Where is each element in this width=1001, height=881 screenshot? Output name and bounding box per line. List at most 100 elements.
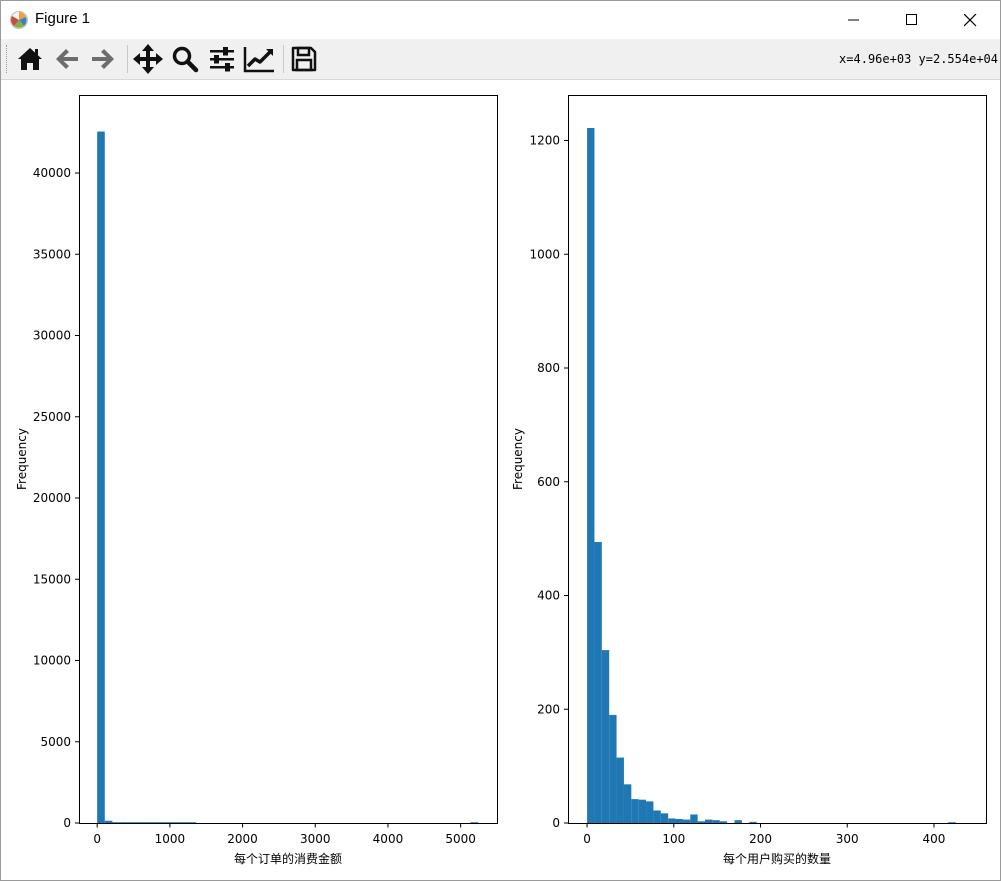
- histogram-bar: [623, 784, 632, 823]
- histogram-bar: [173, 822, 181, 823]
- sliders-icon: [210, 47, 234, 72]
- subplots-button[interactable]: [206, 43, 238, 75]
- x-tick-label: 2000: [227, 832, 258, 846]
- x-tick-label: 4000: [373, 832, 404, 846]
- histogram-bar: [142, 822, 151, 823]
- histogram-bar: [158, 822, 166, 823]
- histogram-bar: [112, 822, 121, 823]
- y-tick-label: 20000: [33, 491, 71, 505]
- histogram-bar: [668, 818, 676, 823]
- y-tick-label: 40000: [33, 166, 71, 180]
- histogram-bar: [120, 822, 128, 823]
- x-tick-label: 3000: [300, 832, 331, 846]
- pan-button[interactable]: [132, 43, 164, 75]
- line-chart-icon: [243, 47, 274, 73]
- axes-frame: [568, 95, 987, 824]
- y-tick-label: 800: [537, 361, 560, 375]
- x-axis-label: 每个订单的消费金额: [234, 851, 342, 866]
- y-tick-label: 10000: [33, 654, 71, 668]
- x-tick-label: 1000: [155, 832, 186, 846]
- navigation-toolbar: x=4.96e+03 y=2.554e+04: [1, 39, 1000, 80]
- y-tick-label: 0: [63, 816, 71, 830]
- axes-frame: [79, 95, 498, 824]
- y-tick-label: 400: [537, 589, 560, 603]
- figure-window: Figure 1 x=4.96e+03 y=2.554e+04 0 1000 2…: [0, 0, 1001, 881]
- x-tick-label: 5000: [445, 832, 476, 846]
- minimize-button[interactable]: [825, 1, 883, 39]
- y-axis-label: Frequency: [511, 428, 525, 490]
- histogram-bar: [675, 819, 683, 823]
- histogram-bar: [127, 822, 136, 823]
- histogram-bar: [719, 821, 728, 823]
- move-icon: [133, 44, 163, 74]
- y-axis-label: Frequency: [15, 428, 29, 490]
- histogram-bar: [705, 819, 713, 823]
- x-tick-label: 400: [923, 832, 946, 846]
- x-tick-label: 100: [662, 832, 685, 846]
- y-tick-label: 0: [552, 816, 560, 830]
- magnifier-icon: [172, 46, 199, 73]
- x-tick-label: 0: [583, 832, 591, 846]
- histogram-bar: [165, 822, 174, 823]
- x-axis-label: 每个用户购买的数量: [723, 851, 831, 866]
- histogram-bar: [188, 822, 197, 823]
- cursor-coordinates: x=4.96e+03 y=2.554e+04: [839, 52, 998, 66]
- histogram-bar: [712, 820, 720, 823]
- histogram-bar: [470, 822, 479, 823]
- y-tick-label: 600: [537, 475, 560, 489]
- y-tick-label: 30000: [33, 329, 71, 343]
- y-tick-label: 5000: [40, 735, 71, 749]
- toolbar-grip[interactable]: [6, 45, 9, 73]
- figure-canvas[interactable]: 0 1000 2000 3000 4000 5000 0 5000 10000 15000 2000…: [1, 80, 1000, 880]
- title-bar: Figure 1: [1, 1, 1000, 39]
- figure-plot-area[interactable]: 0 1000 2000 3000 4000 50000500010000150002000…: [1, 80, 1000, 880]
- histogram-bar: [682, 819, 691, 823]
- matplotlib-app-icon: [10, 11, 28, 29]
- save-button[interactable]: [288, 43, 320, 75]
- y-tick-label: 1200: [529, 134, 560, 148]
- back-button[interactable]: [51, 43, 83, 75]
- histogram-bar: [653, 810, 661, 823]
- y-tick-label: 25000: [33, 410, 71, 424]
- maximize-button[interactable]: [883, 1, 941, 39]
- toolbar-separator: [283, 45, 284, 73]
- histogram-bar: [150, 822, 159, 823]
- histogram-bar: [948, 822, 956, 823]
- floppy-disk-icon: [291, 46, 317, 72]
- histogram-bar: [631, 799, 639, 823]
- histogram-bar: [594, 542, 602, 823]
- histogram-bar: [638, 799, 647, 823]
- y-tick-label: 35000: [33, 247, 71, 261]
- histogram-bar: [697, 821, 706, 823]
- histogram-bar: [587, 127, 595, 824]
- minimize-icon: [848, 19, 859, 21]
- histogram-bar: [135, 822, 143, 823]
- x-tick-label: 200: [749, 832, 772, 846]
- home-icon: [18, 48, 42, 70]
- histogram-bar: [734, 820, 742, 823]
- histogram-bar: [660, 813, 669, 823]
- arrow-left-icon: [56, 49, 78, 69]
- close-button[interactable]: [941, 1, 999, 39]
- arrow-right-icon: [92, 49, 114, 69]
- histogram-bar: [97, 131, 105, 823]
- histogram-bar: [609, 714, 617, 823]
- x-tick-label: 300: [836, 832, 859, 846]
- forward-button[interactable]: [87, 43, 119, 75]
- histogram-bar: [690, 814, 698, 823]
- edit-axes-button[interactable]: [243, 43, 275, 75]
- y-tick-label: 200: [537, 702, 560, 716]
- histogram-bar: [180, 822, 189, 823]
- x-tick-label: 0: [93, 832, 101, 846]
- zoom-button[interactable]: [169, 43, 201, 75]
- histogram-bar: [646, 801, 654, 823]
- histogram-bar: [104, 820, 113, 823]
- histogram-bar: [749, 821, 757, 823]
- window-title: Figure 1: [35, 10, 91, 27]
- histogram-bar: [616, 757, 624, 823]
- toolbar-separator: [127, 45, 128, 73]
- maximize-icon: [906, 14, 917, 25]
- histogram-bar: [601, 650, 610, 823]
- home-button[interactable]: [14, 43, 46, 75]
- close-icon: [963, 13, 976, 26]
